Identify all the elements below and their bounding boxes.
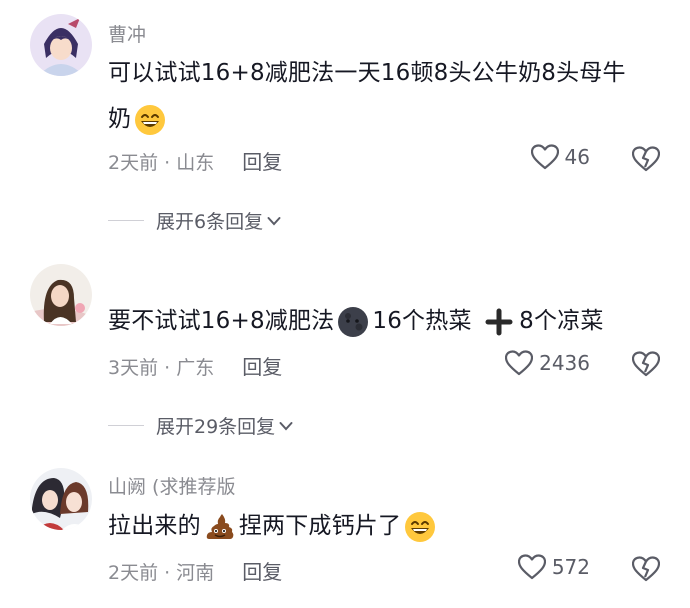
chevron-down-icon	[279, 421, 293, 430]
like-count: 46	[564, 145, 590, 169]
like-button[interactable]: 2436	[505, 350, 590, 376]
username[interactable]: 山阙 (求推荐版	[108, 472, 235, 499]
comment-text-part: 8个凉菜	[519, 308, 604, 334]
time-location: 3天前 · 广东	[108, 357, 215, 379]
comment-text: 可以试试16+8减肥法一天16顿8头公牛奶8头母牛奶	[108, 50, 648, 142]
like-count: 572	[551, 555, 590, 579]
expand-replies-label: 展开29条回复	[156, 416, 276, 438]
comment-text-part: 捏两下成钙片了	[238, 513, 402, 539]
broken-heart-icon[interactable]	[632, 556, 660, 582]
reply-button[interactable]: 回复	[242, 560, 282, 584]
username[interactable]: 曹冲	[108, 20, 146, 47]
chevron-down-icon	[267, 216, 281, 225]
new-moon-face-emoji-icon	[338, 306, 369, 337]
comment-meta: 3天前 · 广东 回复	[108, 351, 282, 380]
like-count: 2436	[539, 351, 590, 375]
broken-heart-icon[interactable]	[632, 146, 660, 172]
avatar[interactable]	[30, 468, 92, 530]
avatar[interactable]	[30, 264, 92, 326]
comment-text-part: 要不试试16+8减肥法	[108, 308, 335, 334]
grin-emoji-icon	[135, 104, 166, 135]
grin-emoji-icon	[405, 511, 436, 542]
comment-text: 拉出来的 捏两下成钙片了	[108, 503, 648, 549]
broken-heart-icon[interactable]	[632, 351, 660, 377]
time-location: 2天前 · 山东	[108, 152, 215, 174]
divider	[108, 424, 144, 427]
reply-button[interactable]: 回复	[242, 355, 282, 379]
time-location: 2天前 · 河南	[108, 562, 215, 584]
like-button[interactable]: 572	[517, 554, 590, 580]
heart-outline-icon	[505, 350, 534, 376]
expand-replies-button[interactable]: 展开6条回复	[108, 207, 281, 234]
comment-meta: 2天前 · 河南 回复	[108, 556, 282, 585]
comment-text-part: 拉出来的	[108, 513, 201, 539]
comment-meta: 2天前 · 山东 回复	[108, 146, 282, 175]
avatar[interactable]	[30, 14, 92, 76]
plus-emoji-icon	[485, 308, 513, 335]
comment-text-body: 可以试试16+8减肥法一天16顿8头公牛奶8头母牛奶	[108, 60, 626, 132]
reply-button[interactable]: 回复	[242, 150, 282, 174]
pile-of-poo-emoji-icon	[206, 513, 234, 539]
comment-text: 要不试试16+8减肥法 16个热菜 8个凉菜	[108, 298, 648, 344]
expand-replies-button[interactable]: 展开29条回复	[108, 412, 293, 439]
like-button[interactable]: 46	[530, 144, 590, 170]
comment-text-part: 16个热菜	[372, 308, 472, 334]
divider	[108, 219, 144, 222]
heart-outline-icon	[530, 144, 559, 170]
expand-replies-label: 展开6条回复	[156, 211, 264, 233]
heart-outline-icon	[517, 554, 546, 580]
